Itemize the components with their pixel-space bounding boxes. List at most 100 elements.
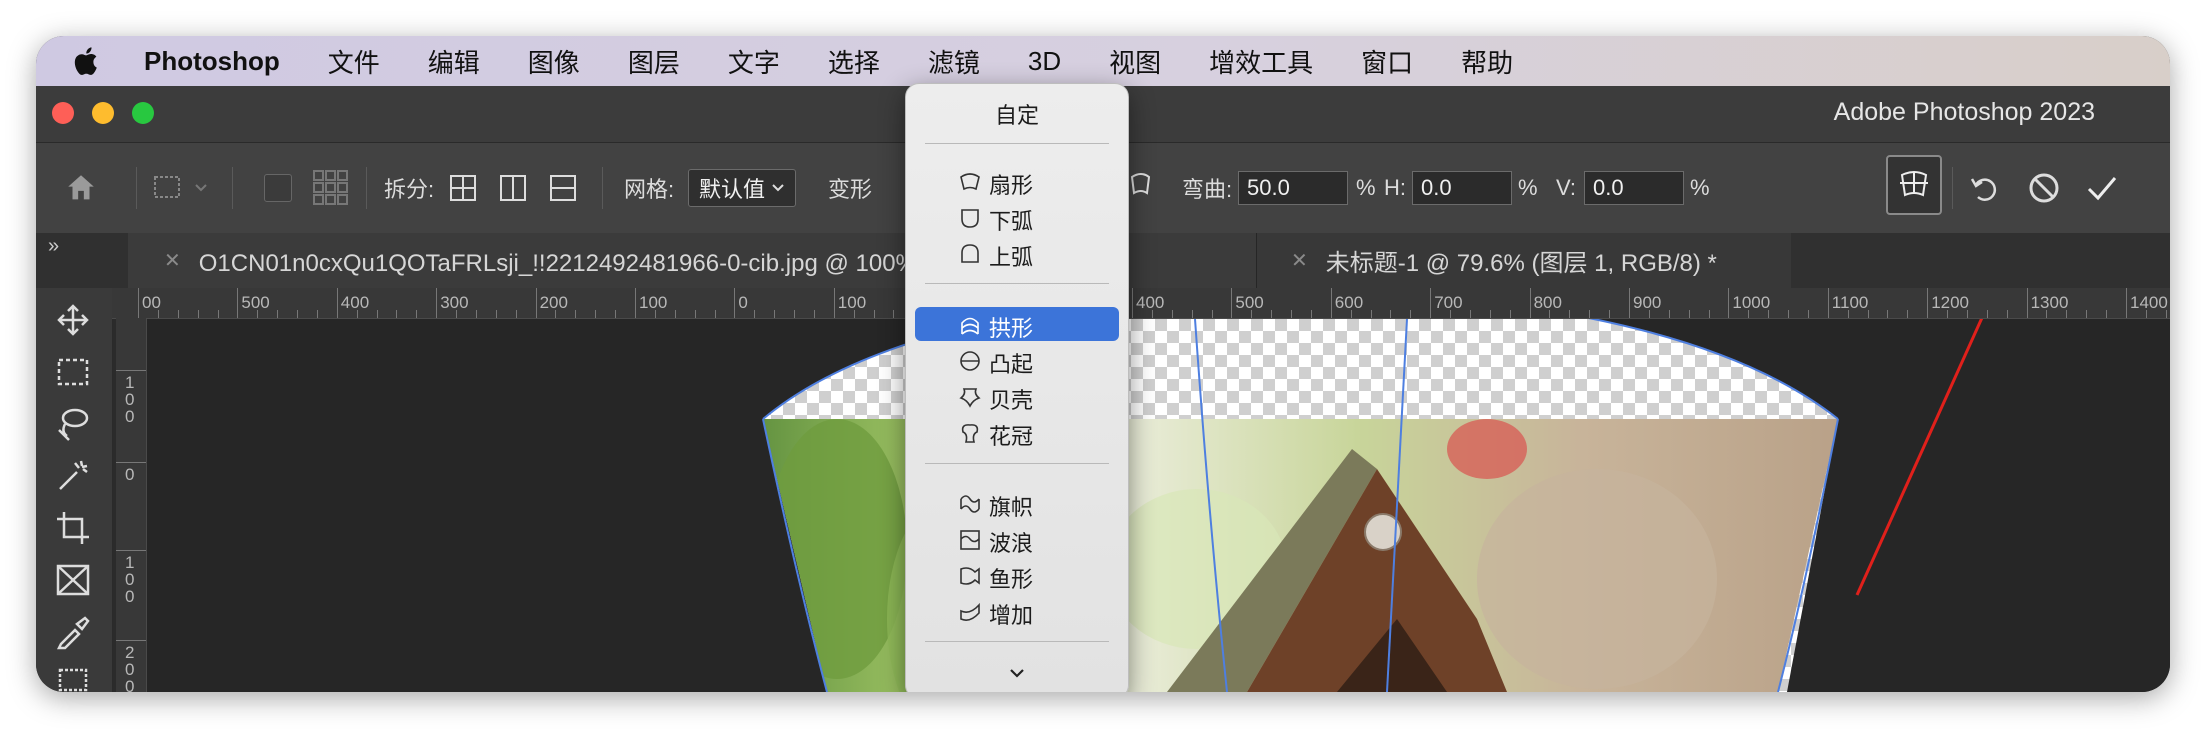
switch-warp-mode-button[interactable]	[1886, 155, 1942, 215]
warp-option-fish[interactable]: 鱼形	[915, 558, 1119, 592]
horizontal-ruler: 0050040030020010001002003004005006007008…	[112, 288, 2170, 319]
menu-image[interactable]: 图像	[504, 43, 604, 80]
home-button[interactable]	[64, 143, 98, 233]
panel-toggle[interactable]: »	[48, 219, 59, 274]
warp-option-arch[interactable]: 拱形	[915, 307, 1119, 341]
ruler-minor-tick	[1788, 310, 1790, 318]
ruler-minor-tick	[1410, 310, 1412, 318]
apple-icon[interactable]	[70, 44, 104, 78]
menu-type[interactable]: 文字	[704, 43, 804, 80]
object-selection-tool[interactable]	[50, 660, 96, 692]
commit-transform-button[interactable]	[2084, 143, 2120, 233]
ruler-minor-tick	[217, 310, 219, 318]
menu-select[interactable]: 选择	[804, 43, 904, 80]
grid-select[interactable]: 默认值	[688, 169, 797, 207]
grid-label: 网格:	[624, 177, 675, 202]
warp-option-shell[interactable]: 贝壳	[915, 379, 1119, 413]
menu-help[interactable]: 帮助	[1437, 43, 1537, 80]
tools-panel	[36, 288, 113, 692]
ruler-tick	[1330, 288, 1332, 318]
ruler-tick	[116, 370, 146, 371]
frame-tool[interactable]	[50, 560, 96, 600]
ruler-label: 400	[340, 293, 370, 312]
ruler-minor-tick	[1807, 310, 1809, 318]
ruler-tick	[1231, 288, 1233, 318]
menu-bar: Photoshop 文件 编辑 图像 图层 文字 选择 滤镜 3D 视图 增效工…	[36, 36, 2170, 86]
warped-image[interactable]	[147, 319, 2170, 692]
minimize-window-button[interactable]	[92, 102, 114, 124]
transform-label: 变形	[828, 177, 873, 202]
cancel-icon	[2029, 173, 2059, 203]
warp-option-label: 下弧	[989, 209, 1034, 234]
flower-icon	[961, 424, 979, 443]
warp-option-flag[interactable]: 旗帜	[915, 486, 1119, 520]
reset-warp-button[interactable]	[1968, 143, 2002, 233]
tab-document-2[interactable]: ✕ 未标题-1 @ 79.6% (图层 1, RGB/8) *	[1256, 233, 1791, 288]
annotation-arrow	[1855, 319, 1984, 596]
ruler-tick	[2026, 288, 2028, 318]
bend-unit: %	[1356, 175, 1376, 200]
rectangular-marquee-icon	[57, 358, 89, 386]
warp-option-bulge[interactable]: 凸起	[915, 343, 1119, 377]
transform-preset-button[interactable]	[152, 143, 212, 233]
eyedropper-tool[interactable]	[50, 612, 96, 652]
move-icon	[57, 304, 89, 336]
bend-input[interactable]: 50.0	[1238, 171, 1348, 205]
menu-scroll-down[interactable]	[915, 656, 1119, 690]
warp-option-wave[interactable]: 波浪	[915, 522, 1119, 556]
cancel-transform-button[interactable]	[2026, 143, 2062, 233]
ruler-label: 300	[440, 293, 469, 312]
menu-file[interactable]: 文件	[304, 43, 404, 80]
ruler-minor-tick	[277, 310, 279, 318]
h-input[interactable]: 0.0	[1412, 171, 1512, 205]
warp-option-rise[interactable]: 增加	[915, 594, 1119, 628]
menu-view[interactable]: 视图	[1085, 43, 1185, 80]
magic-wand-icon	[59, 460, 88, 490]
menu-filter[interactable]: 滤镜	[904, 43, 1004, 80]
ruler-tick	[237, 288, 239, 318]
ruler-minor-tick	[1887, 310, 1889, 318]
split-horizontal-icon	[550, 175, 576, 201]
ruler-minor-tick	[754, 310, 756, 318]
zoom-window-button[interactable]	[132, 102, 154, 124]
menu-layer[interactable]: 图层	[604, 43, 704, 80]
warp-option-label: 贝壳	[989, 388, 1034, 413]
reference-point-grid[interactable]	[312, 143, 350, 233]
warp-option-arc-lower[interactable]: 下弧	[915, 200, 1119, 234]
h-label: H:	[1384, 175, 1406, 200]
crop-icon	[57, 512, 89, 544]
arc-lower-icon	[961, 209, 979, 228]
split-label: 拆分:	[384, 177, 435, 202]
ruler-minor-tick	[1310, 310, 1312, 318]
ruler-minor-tick	[1489, 310, 1491, 318]
ruler-tick	[116, 640, 146, 641]
ruler-label: 0	[738, 293, 748, 312]
menu-plugins[interactable]: 增效工具	[1185, 43, 1337, 80]
warp-option-custom[interactable]: 自定	[915, 94, 1119, 128]
crop-tool[interactable]	[50, 508, 96, 548]
close-window-button[interactable]	[52, 102, 74, 124]
warp-option-arc[interactable]: 扇形	[915, 164, 1119, 198]
close-tab-icon[interactable]: ✕	[1291, 248, 1308, 273]
v-input[interactable]: 0.0	[1584, 171, 1684, 205]
menu-3d[interactable]: 3D	[1004, 46, 1085, 77]
menu-edit[interactable]: 编辑	[404, 43, 504, 80]
split-horizontal-button[interactable]	[548, 143, 578, 233]
lasso-tool[interactable]	[50, 404, 96, 444]
canvas-area[interactable]	[147, 319, 2170, 692]
magic-wand-tool[interactable]	[50, 456, 96, 496]
menu-window[interactable]: 窗口	[1337, 43, 1437, 80]
reference-point-checkbox[interactable]	[264, 143, 292, 233]
split-cross-icon	[450, 175, 476, 201]
menu-photoshop[interactable]: Photoshop	[134, 46, 304, 77]
split-cross-button[interactable]	[448, 143, 478, 233]
close-tab-icon[interactable]: ✕	[164, 248, 181, 273]
ruler-minor-tick	[177, 310, 179, 318]
undo-icon	[1970, 178, 1997, 201]
move-tool[interactable]	[50, 300, 96, 340]
split-vertical-button[interactable]	[498, 143, 528, 233]
ruler-minor-tick	[1271, 310, 1273, 318]
marquee-tool[interactable]	[50, 352, 96, 392]
warp-option-flower[interactable]: 花冠	[915, 415, 1119, 449]
warp-option-arc-upper[interactable]: 上弧	[915, 236, 1119, 270]
